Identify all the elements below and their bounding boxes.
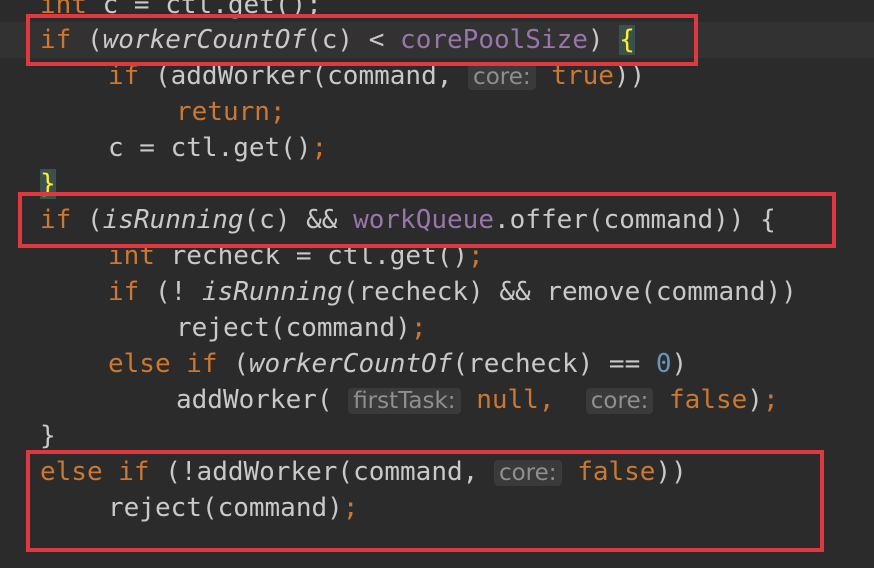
code-line-11[interactable]: else if (workerCountOf(recheck) == 0): [108, 346, 687, 382]
brace: }: [40, 421, 56, 451]
code-line-5[interactable]: c = ctl.get();: [108, 130, 327, 166]
method-call: workerCountOf: [248, 349, 453, 379]
code-line-13[interactable]: }: [40, 418, 56, 454]
parameter-hint: firstTask:: [348, 388, 461, 414]
code-text: ): [671, 349, 688, 379]
code-text: (!: [139, 277, 202, 307]
comma: ,: [538, 385, 586, 415]
code-text: (: [217, 349, 249, 379]
keyword: else if: [108, 349, 218, 379]
semicolon: ;: [269, 97, 286, 127]
number-literal: 0: [655, 349, 672, 379]
parameter-hint: core:: [585, 388, 654, 414]
semicolon: ;: [762, 385, 779, 415]
keyword: return: [176, 97, 270, 127]
code-text: c = ctl.get(): [108, 133, 312, 163]
method-call: isRunning: [201, 277, 343, 307]
code-editor[interactable]: int c = ctl.get(); if (workerCountOf(c) …: [0, 0, 874, 568]
highlight-box-queue-offer: [18, 192, 836, 248]
literal: false: [669, 385, 748, 415]
code-line-10[interactable]: reject(command);: [176, 310, 426, 346]
keyword: if: [108, 277, 140, 307]
code-text: ): [747, 385, 763, 415]
code-line-12[interactable]: addWorker( firstTask: null, core: false)…: [176, 382, 779, 418]
code-text: (recheck) ==: [452, 349, 656, 379]
semicolon: ;: [311, 133, 328, 163]
code-text: (recheck) && remove(command)): [342, 277, 797, 307]
highlight-box-core-pool-check: [26, 14, 698, 66]
code-text: addWorker(: [176, 385, 349, 415]
semicolon: ;: [410, 313, 427, 343]
code-line-4[interactable]: return;: [176, 94, 286, 130]
parameter-hint: core:: [468, 64, 536, 90]
code-text: reject(command): [176, 313, 411, 343]
highlight-box-reject-branch: [26, 450, 824, 552]
code-line-9[interactable]: if (! isRunning(recheck) && remove(comma…: [108, 274, 797, 310]
literal: null: [476, 385, 539, 415]
